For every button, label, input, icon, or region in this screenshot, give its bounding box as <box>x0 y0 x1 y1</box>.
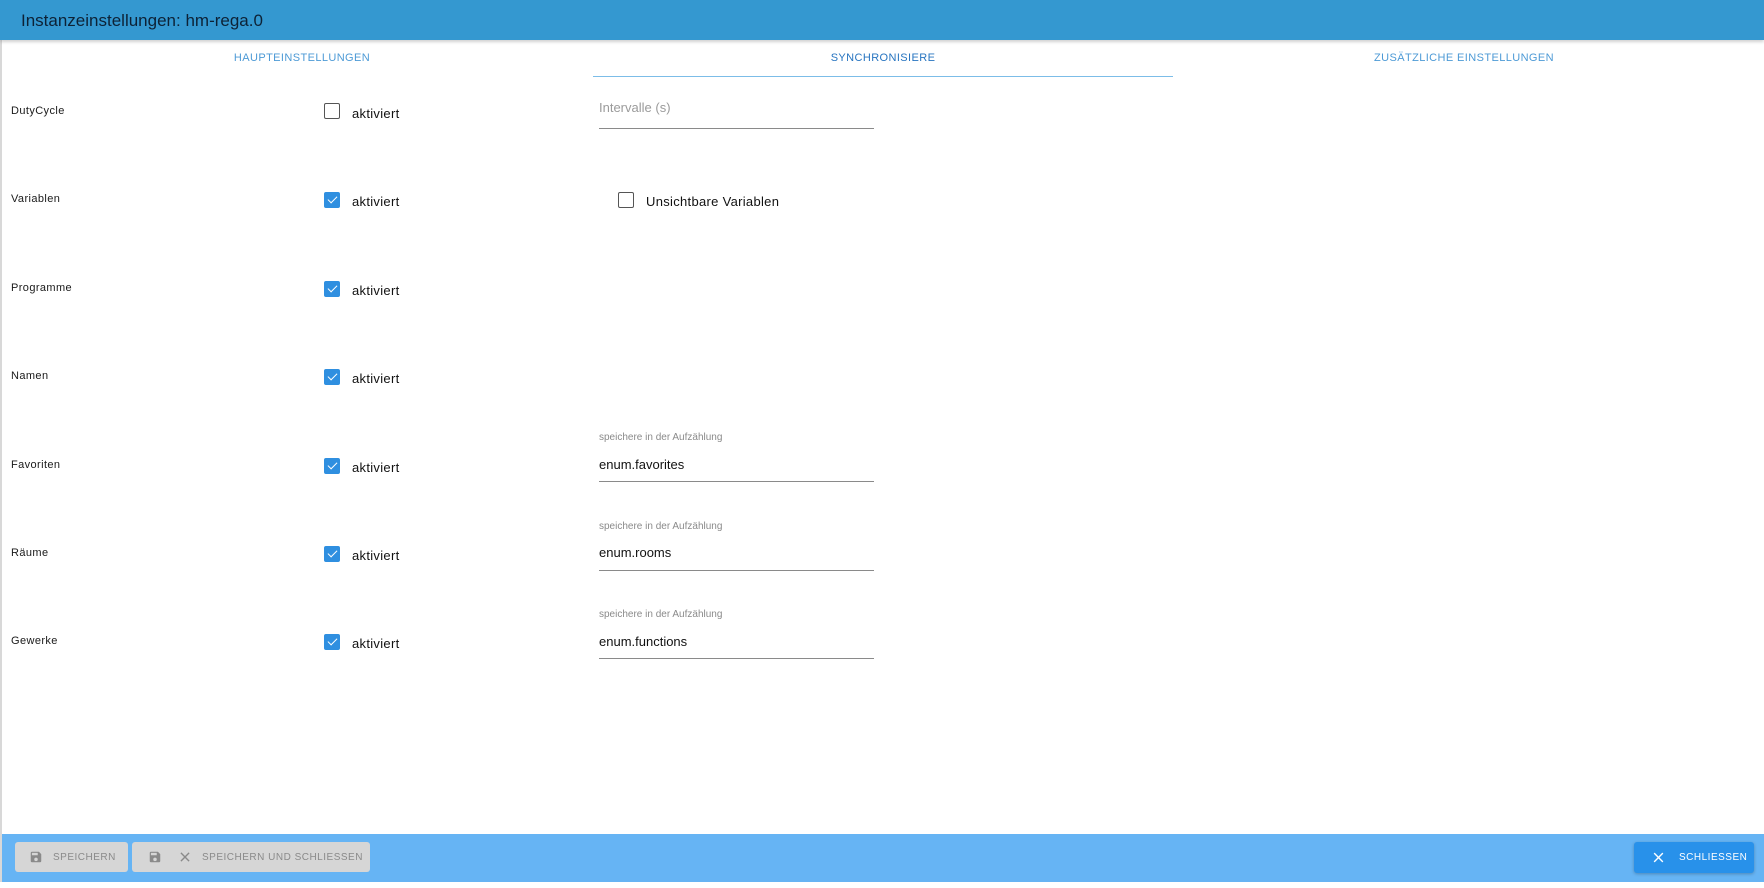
save-button[interactable]: SPEICHERN <box>15 842 128 872</box>
functions-enum-underline <box>599 658 874 659</box>
rooms-enum-underline <box>599 570 874 571</box>
programs-checkbox[interactable] <box>324 281 340 297</box>
variables-checkbox-label[interactable]: aktiviert <box>352 194 400 209</box>
rooms-checkbox[interactable] <box>324 546 340 562</box>
dialog-body <box>0 40 1764 888</box>
variables-checkbox[interactable] <box>324 192 340 208</box>
row-label-variables: Variablen <box>11 193 61 205</box>
save-icon <box>29 850 43 864</box>
row-label-favorites: Favoriten <box>11 459 61 471</box>
footer-edge <box>0 882 1764 888</box>
functions-enum-caption: speichere in der Aufzählung <box>599 609 723 620</box>
dutycycle-checkbox[interactable] <box>324 103 340 119</box>
favorites-checkbox-label[interactable]: aktiviert <box>352 460 400 475</box>
close-button[interactable]: SCHLIESSEN <box>1634 842 1754 873</box>
tab-main-settings[interactable]: HAUPTEINSTELLUNGEN <box>12 40 592 78</box>
favorites-enum-caption: speichere in der Aufzählung <box>599 432 723 443</box>
close-button-label: SCHLIESSEN <box>1679 852 1748 863</box>
close-icon <box>178 850 192 864</box>
functions-enum-input[interactable]: enum.functions <box>599 634 687 649</box>
names-checkbox-label[interactable]: aktiviert <box>352 371 400 386</box>
favorites-enum-underline <box>599 481 874 482</box>
dialog-footer: SPEICHERN SPEICHERN UND SCHLIESSEN SCHLI… <box>2 834 1764 882</box>
invisible-variables-label[interactable]: Unsichtbare Variablen <box>646 194 779 209</box>
interval-input[interactable]: Intervalle (s) <box>599 100 671 115</box>
save-icon <box>148 850 162 864</box>
window-title: Instanzeinstellungen: hm-rega.0 <box>0 0 1764 40</box>
row-label-names: Namen <box>11 370 49 382</box>
favorites-checkbox[interactable] <box>324 458 340 474</box>
active-tab-indicator <box>593 76 1173 77</box>
tab-synchronize[interactable]: SYNCHRONISIERE <box>593 40 1173 78</box>
row-label-rooms: Räume <box>11 547 49 559</box>
rooms-enum-caption: speichere in der Aufzählung <box>599 521 723 532</box>
names-checkbox[interactable] <box>324 369 340 385</box>
functions-checkbox[interactable] <box>324 634 340 650</box>
rooms-checkbox-label[interactable]: aktiviert <box>352 548 400 563</box>
save-and-close-button[interactable]: SPEICHERN UND SCHLIESSEN <box>132 842 370 872</box>
close-icon <box>1652 851 1665 864</box>
dutycycle-checkbox-label[interactable]: aktiviert <box>352 106 400 121</box>
row-label-programs: Programme <box>11 282 73 294</box>
functions-checkbox-label[interactable]: aktiviert <box>352 636 400 651</box>
tab-additional-settings[interactable]: ZUSÄTZLICHE EINSTELLUNGEN <box>1174 40 1754 78</box>
row-label-functions: Gewerke <box>11 635 58 647</box>
programs-checkbox-label[interactable]: aktiviert <box>352 283 400 298</box>
favorites-enum-input[interactable]: enum.favorites <box>599 457 684 472</box>
interval-input-underline <box>599 128 874 129</box>
row-label-dutycycle: DutyCycle <box>11 105 65 117</box>
rooms-enum-input[interactable]: enum.rooms <box>599 545 671 560</box>
invisible-variables-checkbox[interactable] <box>618 192 634 208</box>
save-button-label: SPEICHERN <box>53 851 116 863</box>
save-and-close-button-label: SPEICHERN UND SCHLIESSEN <box>202 851 363 863</box>
